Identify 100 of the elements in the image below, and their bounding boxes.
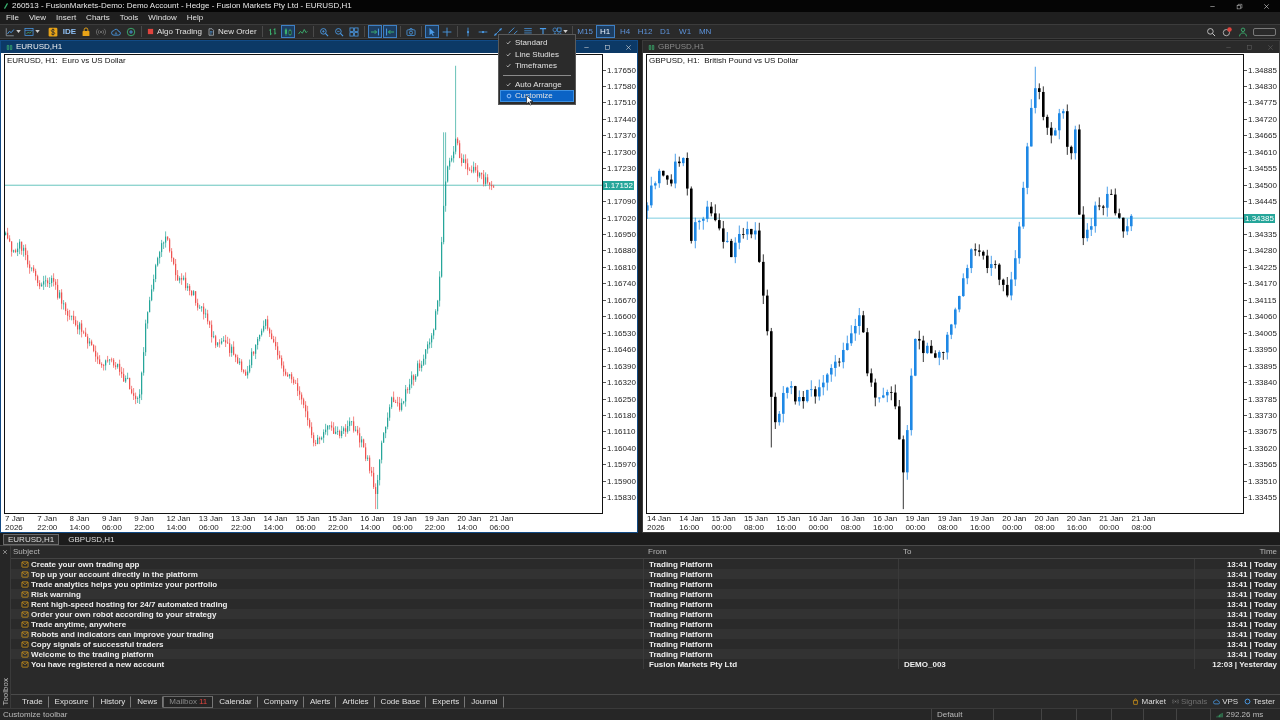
menu-item[interactable]: Charts	[81, 13, 115, 23]
axis-label: 1.33510	[1244, 476, 1277, 486]
axis-label: 1.34500	[1244, 180, 1277, 190]
service-button[interactable]: Tester	[1241, 697, 1278, 706]
menu-item[interactable]: View	[23, 13, 52, 23]
axis-label: 1.33785	[1244, 394, 1277, 404]
candlestick-icon	[282, 26, 293, 37]
message-row[interactable]: Top up your account directly in the platform Trading Platform 13:41 | Today	[11, 569, 1280, 579]
padlock-icon[interactable]	[81, 26, 91, 37]
toolbox-tab[interactable]: Exposure	[48, 695, 95, 708]
toolbox-tab[interactable]: Experts	[426, 695, 466, 708]
status-hint: Customize toolbar	[2, 709, 68, 720]
new-order-button[interactable]: New Order	[204, 25, 259, 38]
axis-label: 1.33675	[1244, 427, 1277, 437]
menu-item[interactable]: Window	[143, 13, 182, 23]
envelope-icon	[21, 590, 29, 598]
search-icon[interactable]	[1206, 26, 1216, 37]
parallel-lines-icon[interactable]	[507, 26, 518, 37]
camera-icon[interactable]	[405, 26, 416, 37]
message-subject: Robots and indicators can improve your trading	[31, 629, 214, 639]
menu-item[interactable]: Tools	[114, 13, 144, 23]
axis-label: 1.34720	[1244, 114, 1277, 124]
scroll-toggle-button[interactable]	[382, 25, 397, 38]
column-header[interactable]: Subject	[13, 547, 40, 557]
crosshair-icon	[441, 26, 452, 37]
level-lines-icon[interactable]	[522, 26, 533, 37]
message-row[interactable]: Robots and indicators can improve your trading Trading Platform 13:41 | Today	[11, 629, 1280, 639]
axis-label: 1.17090	[603, 197, 636, 207]
toolbox-tab[interactable]: Code Base	[374, 695, 427, 708]
axis-label: 1.34885	[1244, 65, 1277, 75]
menu-item[interactable]: Help	[181, 13, 209, 23]
axis-label: 1.16670	[603, 295, 636, 305]
toolbox-tab[interactable]: Alerts	[303, 695, 337, 708]
ide-button[interactable]: IDE	[61, 25, 78, 38]
timeframe-button[interactable]: W1	[675, 25, 695, 38]
zoom-out-icon[interactable]	[333, 26, 344, 37]
window-menu-button[interactable]	[23, 25, 41, 38]
axis-label: 1.34005	[1244, 328, 1277, 338]
menu-item[interactable]: File	[1, 13, 24, 23]
chart-tab[interactable]: GBPUSD,H1	[63, 533, 120, 545]
axis-label: 16 Jan 14:00	[360, 515, 386, 532]
message-row[interactable]: Order your own robot according to your strategy Trading Platform 13:41 | Today	[11, 609, 1280, 619]
message-sender: Trading Platform	[649, 649, 713, 659]
axis-label: 1.15900	[603, 476, 636, 486]
axis-label: 1.33455	[1244, 493, 1277, 503]
zoom-in-icon[interactable]	[318, 26, 329, 37]
chat-icon[interactable]	[1222, 26, 1232, 37]
toolbox-tab[interactable]: Journal	[465, 695, 504, 708]
message-time: 13:41 | Today	[1226, 579, 1277, 589]
menu-item[interactable]: Standard	[500, 37, 574, 49]
chart-type-button[interactable]	[280, 25, 295, 38]
timeframe-button[interactable]: D1	[655, 25, 675, 38]
dollar-icon[interactable]	[48, 26, 58, 37]
toolbox-tab[interactable]: Mailbox 11	[163, 695, 214, 708]
restore-icon	[1236, 2, 1243, 10]
unread-count: 11	[198, 697, 208, 706]
message-subject: Copy signals of successful traders	[31, 639, 164, 649]
service-button[interactable]: Market	[1129, 697, 1169, 706]
broadcast-icon[interactable]	[96, 26, 106, 37]
message-row[interactable]: Risk warning Trading Platform 13:41 | Today	[11, 589, 1280, 599]
chart-tab[interactable]: EURUSD,H1	[3, 533, 60, 545]
message-subject: Top up your account directly in the platform	[31, 569, 198, 579]
timeframe-button[interactable]: H4	[615, 25, 635, 38]
toolbox-tab[interactable]: Trade	[16, 695, 49, 708]
message-time: 13:41 | Today	[1226, 569, 1277, 579]
person-icon[interactable]	[1238, 26, 1248, 37]
toolbox-tab[interactable]: Company	[257, 695, 304, 708]
message-row[interactable]: Welcome to the trading platform Trading Platform 13:41 | Today	[11, 649, 1280, 659]
chart-window-title: GBPUSD,H1	[658, 42, 705, 52]
envelope-icon	[21, 600, 29, 608]
close-icon[interactable]	[2, 549, 8, 555]
axis-label: 13 Jan 06:00	[198, 515, 224, 532]
chart-menu-button[interactable]	[4, 25, 22, 38]
grid-icon[interactable]	[348, 26, 359, 37]
menu-item[interactable]: Insert	[51, 13, 82, 23]
axis-label: 15 Jan 16:00	[776, 515, 802, 532]
toolbox-tab[interactable]: History	[94, 695, 132, 708]
plus-circle-icon[interactable]	[126, 26, 136, 37]
trendline-icon[interactable]	[492, 26, 503, 37]
toolbox-tab[interactable]: Articles	[336, 695, 375, 708]
algo-trading-button[interactable]: Algo Trading	[145, 25, 204, 38]
timeframe-button[interactable]: M15	[575, 25, 595, 38]
message-subject: Trade analytics helps you optimize your portfolio	[31, 579, 218, 589]
timeframe-button[interactable]: H1	[595, 25, 615, 38]
input-field[interactable]	[1253, 27, 1276, 36]
column-header[interactable]: From	[648, 547, 667, 557]
axis-label: 1.17300	[603, 147, 636, 157]
column-header[interactable]: Time	[1259, 547, 1277, 557]
toolbox-tab[interactable]: Calendar	[213, 695, 258, 708]
ping-time: 292.26 ms	[1226, 709, 1264, 720]
axis-label: 1.34610	[1244, 147, 1277, 157]
timeframe-button[interactable]: H12	[635, 25, 655, 38]
axis-label: 19 Jan 06:00	[392, 515, 418, 532]
text-tool-icon[interactable]	[537, 26, 548, 37]
pointer-mode-button[interactable]	[424, 25, 439, 38]
service-button[interactable]: VPS	[1210, 697, 1242, 706]
cloud-icon[interactable]	[111, 26, 121, 37]
timeframe-button[interactable]: MN	[695, 25, 715, 38]
scroll-toggle-button[interactable]	[367, 25, 382, 38]
column-header[interactable]: To	[903, 547, 912, 557]
